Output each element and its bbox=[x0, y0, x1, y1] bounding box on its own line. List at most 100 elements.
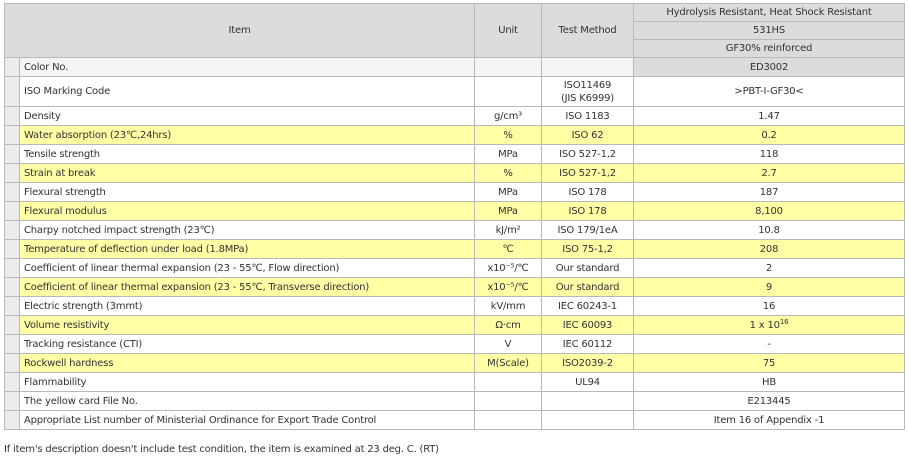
item-cell: Tensile strength bbox=[19, 144, 475, 164]
header-grade-name: 531HS bbox=[633, 21, 905, 40]
unit-cell: % bbox=[474, 125, 542, 145]
value-cell: 8,100 bbox=[633, 201, 905, 221]
value-cell: 9 bbox=[633, 277, 905, 297]
value-cell: Item 16 of Appendix -1 bbox=[633, 410, 905, 430]
value-cell: 0.2 bbox=[633, 125, 905, 145]
table-row: Volume resistivity Ω·cm IEC 60093 1 x 1016 bbox=[4, 315, 905, 335]
unit-cell: V bbox=[474, 334, 542, 354]
test-method-cell bbox=[541, 410, 634, 430]
table-row: Electric strength (3mmt) kV/mm IEC 60243-1… bbox=[4, 296, 905, 316]
item-cell: Temperature of deflection under load (1.… bbox=[19, 239, 475, 259]
row-gutter bbox=[4, 277, 20, 297]
table-row: Color No. ED3002 bbox=[4, 57, 905, 77]
row-gutter bbox=[4, 391, 20, 411]
test-method-cell: ISO 527-1,2 bbox=[541, 163, 634, 183]
table-row: Flammability UL94 HB bbox=[4, 372, 905, 392]
item-cell: Flexural modulus bbox=[19, 201, 475, 221]
unit-cell: g/cm³ bbox=[474, 106, 542, 126]
test-method-line2: (JIS K6999) bbox=[560, 92, 615, 104]
value-cell: 10.8 bbox=[633, 220, 905, 240]
value-cell: 75 bbox=[633, 353, 905, 373]
unit-cell: % bbox=[474, 163, 542, 183]
header-test-method: Test Method bbox=[541, 3, 634, 58]
table-row: Rockwell hardness M(Scale) ISO2039-2 75 bbox=[4, 353, 905, 373]
row-gutter bbox=[4, 315, 20, 335]
row-gutter bbox=[4, 106, 20, 126]
table-row: Flexural modulus MPa ISO 178 8,100 bbox=[4, 201, 905, 221]
value-cell: HB bbox=[633, 372, 905, 392]
unit-cell bbox=[474, 57, 542, 77]
value-cell: 16 bbox=[633, 296, 905, 316]
row-gutter bbox=[4, 201, 20, 221]
test-method-line1: ISO11469 bbox=[563, 79, 612, 91]
row-gutter bbox=[4, 125, 20, 145]
table-row: Water absorption (23℃,24hrs)% ISO 62 0.2 bbox=[4, 125, 905, 145]
test-method-cell: ISO 178 bbox=[541, 182, 634, 202]
unit-cell: MPa bbox=[474, 144, 542, 164]
test-method-cell: ISO 62 bbox=[541, 125, 634, 145]
row-gutter bbox=[4, 144, 20, 164]
value-exponent: 16 bbox=[779, 317, 789, 326]
test-method-cell: IEC 60093 bbox=[541, 315, 634, 335]
test-method-cell: IEC 60243-1 bbox=[541, 296, 634, 316]
row-gutter bbox=[4, 372, 20, 392]
row-gutter bbox=[4, 220, 20, 240]
datasheet-container: Item Unit Test Method Hydrolysis Resista… bbox=[4, 3, 905, 430]
item-cell: Electric strength (3mmt) bbox=[19, 296, 475, 316]
table-header: Item Unit Test Method Hydrolysis Resista… bbox=[4, 3, 905, 58]
value-cell: 118 bbox=[633, 144, 905, 164]
test-method-cell bbox=[541, 57, 634, 77]
item-cell: Water absorption (23℃,24hrs) bbox=[19, 125, 475, 145]
test-method-cell: UL94 bbox=[541, 372, 634, 392]
unit-cell bbox=[474, 372, 542, 392]
unit-cell: MPa bbox=[474, 201, 542, 221]
item-cell: The yellow card File No. bbox=[19, 391, 475, 411]
unit-cell: ℃ bbox=[474, 239, 542, 259]
value-cell: E213445 bbox=[633, 391, 905, 411]
table-row: Appropriate List number of Ministerial O… bbox=[4, 410, 905, 430]
table-row: ISO Marking Code ISO11469 (JIS K6999) >PBT-… bbox=[4, 76, 905, 107]
header-item: Item bbox=[4, 3, 475, 58]
unit-cell: kJ/m² bbox=[474, 220, 542, 240]
test-method-cell: Our standard bbox=[541, 258, 634, 278]
unit-cell bbox=[474, 391, 542, 411]
item-cell: Coefficient of linear thermal expansion … bbox=[19, 258, 475, 278]
row-gutter bbox=[4, 258, 20, 278]
test-method-cell: ISO 75-1,2 bbox=[541, 239, 634, 259]
unit-cell: x10⁻⁵/℃ bbox=[474, 277, 542, 297]
table-row: Tracking resistance (CTI) V IEC 60112- bbox=[4, 334, 905, 354]
unit-cell: M(Scale) bbox=[474, 353, 542, 373]
item-cell: Tracking resistance (CTI) bbox=[19, 334, 475, 354]
row-gutter bbox=[4, 76, 20, 107]
table-row: Temperature of deflection under load (1.… bbox=[4, 239, 905, 259]
header-grade-reinforcement: GF30% reinforced bbox=[633, 39, 905, 58]
value-cell: - bbox=[633, 334, 905, 354]
item-cell: Density bbox=[19, 106, 475, 126]
row-gutter bbox=[4, 163, 20, 183]
item-cell: Color No. bbox=[19, 57, 475, 77]
test-method-cell: ISO 1183 bbox=[541, 106, 634, 126]
item-cell: Charpy notched impact strength (23℃) bbox=[19, 220, 475, 240]
table-row: Coefficient of linear thermal expansion … bbox=[4, 258, 905, 278]
table-row: The yellow card File No. E213445 bbox=[4, 391, 905, 411]
row-gutter bbox=[4, 57, 20, 77]
test-method-cell: ISO 179/1eA bbox=[541, 220, 634, 240]
row-gutter bbox=[4, 182, 20, 202]
table-row: Coefficient of linear thermal expansion … bbox=[4, 277, 905, 297]
table-row: Charpy notched impact strength (23℃) kJ/m… bbox=[4, 220, 905, 240]
test-method-cell: IEC 60112 bbox=[541, 334, 634, 354]
test-method-cell: ISO 178 bbox=[541, 201, 634, 221]
footnote: If item's description doesn't include te… bbox=[4, 444, 439, 455]
value-cell: 2 bbox=[633, 258, 905, 278]
test-method-cell: ISO 527-1,2 bbox=[541, 144, 634, 164]
row-gutter bbox=[4, 239, 20, 259]
test-method-cell: Our standard bbox=[541, 277, 634, 297]
item-cell: Flexural strength bbox=[19, 182, 475, 202]
item-cell: Appropriate List number of Ministerial O… bbox=[19, 410, 475, 430]
unit-cell bbox=[474, 76, 542, 107]
unit-cell: kV/mm bbox=[474, 296, 542, 316]
value-cell: 2.7 bbox=[633, 163, 905, 183]
item-cell: Rockwell hardness bbox=[19, 353, 475, 373]
test-method-cell: ISO11469 (JIS K6999) bbox=[541, 76, 634, 107]
value-cell: ED3002 bbox=[633, 57, 905, 77]
